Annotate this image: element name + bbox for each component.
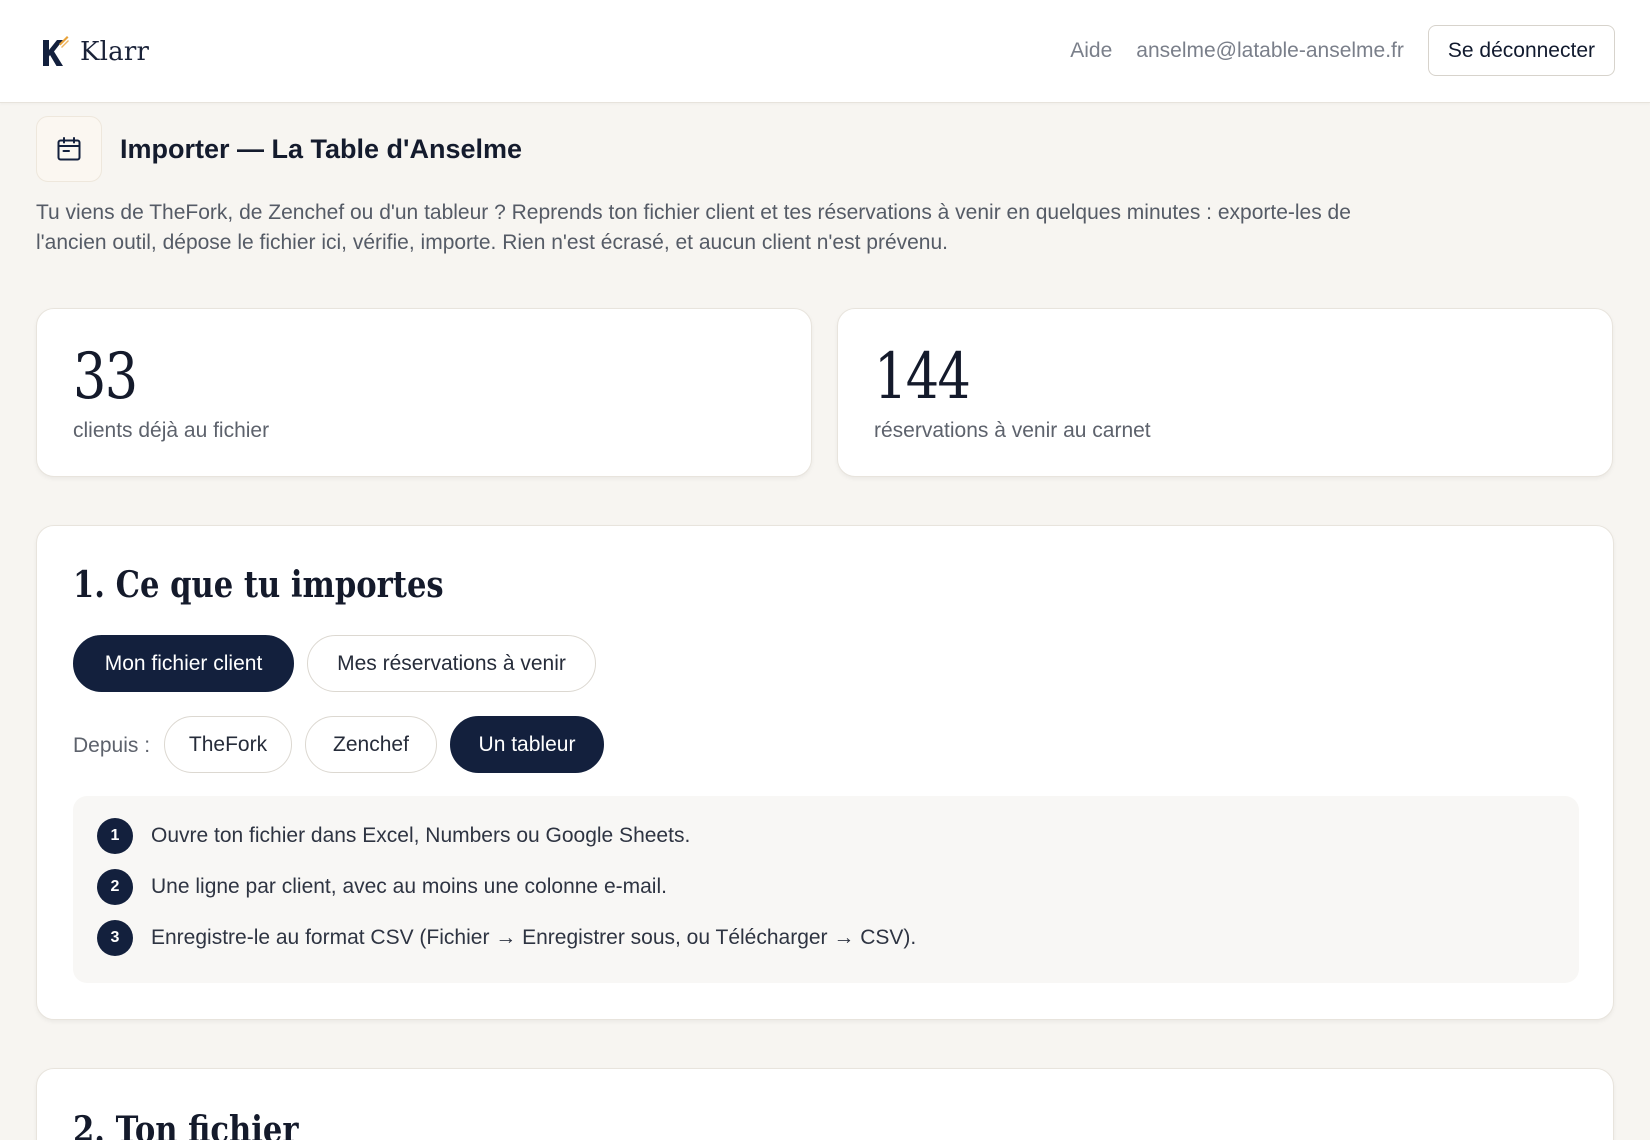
- stat-card-clients: 33 clients déjà au fichier: [36, 308, 812, 477]
- import-type-clients-pill[interactable]: Mon fichier client: [73, 635, 294, 692]
- step-text: Enregistre-le au format CSV (Fichier → E…: [151, 926, 917, 949]
- logout-button[interactable]: Se déconnecter: [1427, 25, 1615, 76]
- source-zenchef-pill[interactable]: Zenchef: [305, 716, 437, 773]
- stat-card-reservations: 144 réservations à venir au carnet: [837, 308, 1613, 477]
- top-bar: Klarr Aide anselme@latable-anselme.fr Se…: [0, 0, 1650, 103]
- step-number-badge: 2: [97, 869, 133, 905]
- section-title: 2. Ton fichier: [73, 1109, 299, 1140]
- section-import-type: 1. Ce que tu importes Mon fichier client…: [36, 525, 1614, 1020]
- page-header: Importer — La Table d'Anselme: [36, 116, 522, 182]
- stat-value: 33: [73, 340, 138, 414]
- page-intro: Tu viens de TheFork, de Zenchef ou d'un …: [36, 201, 1351, 254]
- stat-value: 144: [874, 340, 971, 414]
- instruction-step: 3 Enregistre-le au format CSV (Fichier →…: [97, 920, 916, 956]
- page-icon-box: [36, 116, 102, 182]
- source-spreadsheet-pill[interactable]: Un tableur: [450, 716, 604, 773]
- brand-name: Klarr: [80, 37, 150, 67]
- step-number-badge: 1: [97, 818, 133, 854]
- step-text: Ouvre ton fichier dans Excel, Numbers ou…: [151, 824, 691, 847]
- step-number-badge: 3: [97, 920, 133, 956]
- stat-label: clients déjà au fichier: [73, 419, 270, 442]
- header-nav: Aide anselme@latable-anselme.fr Se décon…: [1070, 25, 1615, 76]
- section-file-upload: 2. Ton fichier: [36, 1068, 1614, 1140]
- section-title: 1. Ce que tu importes: [73, 564, 444, 606]
- source-thefork-pill[interactable]: TheFork: [164, 716, 292, 773]
- instruction-step: 2 Une ligne par client, avec au moins un…: [97, 869, 667, 905]
- help-link[interactable]: Aide: [1070, 39, 1112, 63]
- page-title: Importer — La Table d'Anselme: [120, 133, 523, 164]
- brand-logo[interactable]: Klarr: [40, 32, 149, 72]
- stat-label: réservations à venir au carnet: [874, 419, 1151, 442]
- calendar-icon: [57, 137, 81, 161]
- import-type-reservations-pill[interactable]: Mes réservations à venir: [307, 635, 596, 692]
- instruction-step: 1 Ouvre ton fichier dans Excel, Numbers …: [97, 818, 690, 854]
- step-text: Une ligne par client, avec au moins une …: [151, 875, 667, 898]
- user-email: anselme@latable-anselme.fr: [1136, 38, 1404, 62]
- source-label: Depuis :: [73, 734, 151, 757]
- klarr-logo-icon: [43, 36, 69, 66]
- instructions-box: 1 Ouvre ton fichier dans Excel, Numbers …: [73, 796, 1579, 983]
